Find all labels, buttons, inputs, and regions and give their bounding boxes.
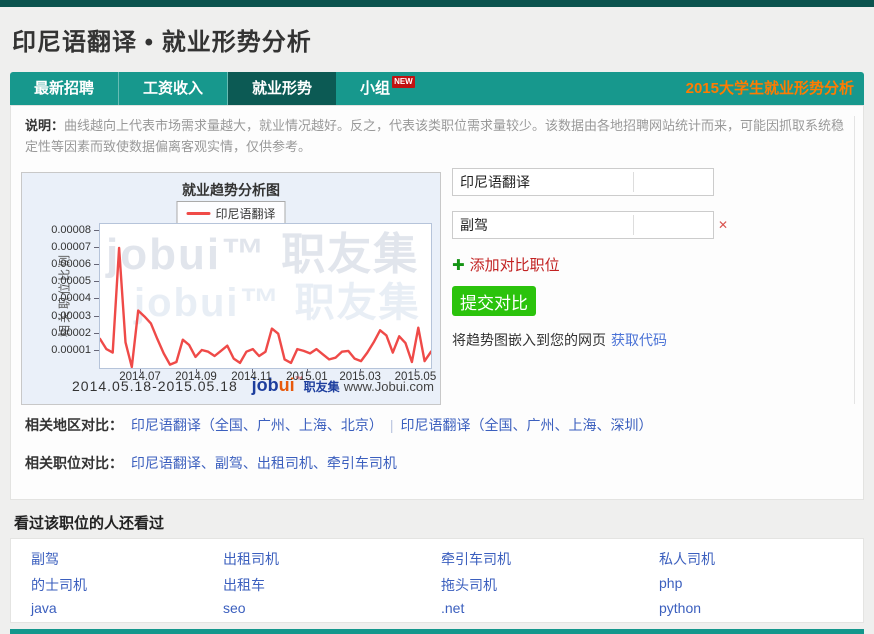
y-tick-mark: [94, 316, 99, 317]
separator: 、: [201, 455, 215, 471]
trend-line: [100, 248, 431, 367]
compare-job-input-1[interactable]: [452, 168, 714, 196]
related-region-label: 相关地区对比：: [25, 417, 123, 433]
embed-row: 将趋势图嵌入到您的网页获取代码: [452, 330, 667, 350]
related-region-link-2[interactable]: 印尼语翻译（全国、广州、上海、深圳）: [401, 417, 653, 433]
related-jobs-label: 相关职位对比：: [25, 455, 123, 471]
x-tick-mark: [252, 369, 253, 373]
y-tick-label: 0.00003: [33, 310, 91, 322]
y-tick-label: 0.00006: [33, 258, 91, 270]
y-tick-label: 0.00001: [33, 344, 91, 356]
right-column-divider: [854, 116, 855, 404]
embed-text: 将趋势图嵌入到您的网页: [452, 332, 606, 348]
legend-line-sample: [186, 212, 210, 215]
also-viewed-link[interactable]: 出租司机: [223, 549, 279, 569]
x-tick-mark: [307, 369, 308, 373]
also-viewed-link[interactable]: seo: [223, 600, 246, 616]
y-tick-label: 0.00007: [33, 241, 91, 253]
related-jobs-compare-row: 相关职位对比： 印尼语翻译、副驾、出租司机、牵引车司机: [25, 453, 397, 473]
also-viewed-link[interactable]: python: [659, 600, 701, 616]
remove-input-icon[interactable]: ✕: [718, 218, 728, 232]
chart-title: 就业趋势分析图: [22, 180, 440, 200]
also-viewed-heading: 看过该职位的人还看过: [14, 512, 164, 533]
also-viewed-link[interactable]: php: [659, 575, 682, 591]
input-divider-1: [633, 172, 634, 192]
related-region-compare-row: 相关地区对比： 印尼语翻译（全国、广州、上海、北京） | 印尼语翻译（全国、广州、上…: [25, 415, 653, 435]
tab-label: 最新招聘: [34, 80, 94, 97]
main-panel: 说明：曲线越向上代表市场需求量越大，就业情况越好。反之，代表该类职位需求量较少。…: [10, 105, 864, 500]
y-tick-label: 0.00005: [33, 275, 91, 287]
related-job-link-4[interactable]: 牵引车司机: [327, 455, 397, 471]
related-region-link-1[interactable]: 印尼语翻译（全国、广州、上海、北京）: [131, 417, 383, 433]
also-viewed-card: 副驾的士司机 java 出租司机出租车 seo 牵引车司机拖头司机 .net 私人司机 php…: [10, 538, 864, 623]
y-tick-label: 0.00004: [33, 292, 91, 304]
notice-text: 说明：曲线越向上代表市场需求量越大，就业情况越好。反之，代表该类职位需求量较少。…: [25, 115, 853, 157]
new-badge: NEW: [392, 76, 415, 88]
tab-3[interactable]: 就业形势: [228, 72, 336, 105]
y-tick-label: 0.00008: [33, 224, 91, 236]
related-job-link-3[interactable]: 出租司机: [257, 455, 313, 471]
y-tick-mark: [94, 247, 99, 248]
tab-4[interactable]: 小组NEW: [336, 72, 439, 105]
link-2015-employment-analysis[interactable]: 2015大学生就业形势分析: [686, 72, 854, 105]
y-tick-mark: [94, 281, 99, 282]
also-viewed-link[interactable]: java: [31, 600, 57, 616]
x-tick-mark: [140, 369, 141, 373]
also-viewed-link[interactable]: 拖头司机: [441, 575, 497, 595]
submit-compare-button[interactable]: 提交对比: [452, 286, 536, 316]
x-tick-mark: [415, 369, 416, 373]
x-tick-mark: [196, 369, 197, 373]
related-job-link-1[interactable]: 印尼语翻译: [131, 455, 201, 471]
add-compare-job-label: 添加对比职位: [470, 257, 560, 274]
related-job-link-2[interactable]: 副驾: [215, 455, 243, 471]
plus-icon: ✚: [452, 257, 465, 274]
also-viewed-link[interactable]: 的士司机: [31, 575, 87, 595]
tab-label: 就业形势: [252, 80, 312, 97]
tab-label: 工资收入: [143, 80, 203, 97]
y-tick-mark: [94, 298, 99, 299]
get-embed-code-link[interactable]: 获取代码: [611, 332, 667, 348]
page-title: 印尼语翻译 • 就业形势分析: [12, 22, 312, 57]
y-tick-mark: [94, 333, 99, 334]
notice-label: 说明：: [25, 118, 64, 133]
tab-label: 小组: [360, 80, 390, 97]
y-tick-mark: [94, 264, 99, 265]
add-compare-job-link[interactable]: ✚ 添加对比职位: [452, 254, 560, 275]
x-tick-mark: [360, 369, 361, 373]
tab-bar: 最新招聘 工资收入 就业形势 小组NEW 2015大学生就业形势分析: [10, 72, 864, 105]
top-header-strip: [0, 0, 874, 7]
separator: 、: [313, 455, 327, 471]
tab-1[interactable]: 最新招聘: [10, 72, 119, 105]
bottom-footer-strip: [10, 629, 864, 634]
y-tick-mark: [94, 350, 99, 351]
also-viewed-link[interactable]: 副驾: [31, 549, 59, 569]
compare-job-input-2[interactable]: [452, 211, 714, 239]
separator: 、: [243, 455, 257, 471]
also-viewed-link[interactable]: .net: [441, 600, 464, 616]
trend-line-svg: [100, 224, 431, 368]
also-viewed-link[interactable]: 私人司机: [659, 549, 715, 569]
input-divider-2: [633, 215, 634, 235]
also-viewed-link[interactable]: 出租车: [223, 575, 265, 595]
legend-label: 印尼语翻译: [215, 205, 275, 222]
plot-area: jobui™ 职友集 jobui™ 职友集: [99, 223, 432, 369]
also-viewed-link[interactable]: 牵引车司机: [441, 549, 511, 569]
trend-chart: 就业趋势分析图 印尼语翻译 相关职位比例 jobui™ 职友集 jobui™ 职…: [21, 172, 441, 405]
y-tick-label: 0.00002: [33, 327, 91, 339]
separator: |: [390, 417, 394, 433]
tab-2[interactable]: 工资收入: [119, 72, 228, 105]
y-tick-mark: [94, 230, 99, 231]
